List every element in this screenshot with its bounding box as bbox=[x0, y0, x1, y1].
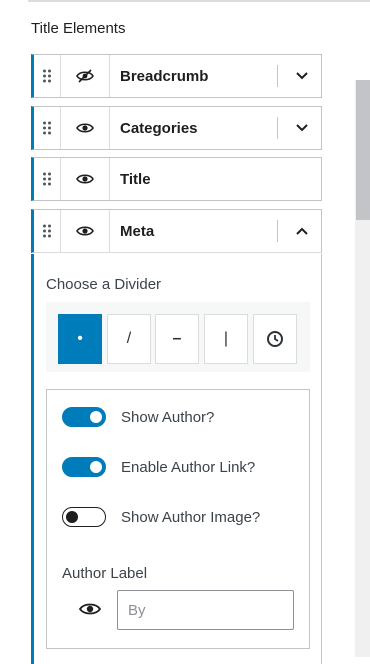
author-label-input[interactable] bbox=[117, 590, 294, 630]
enable-author-link-toggle[interactable] bbox=[62, 457, 106, 477]
chevron-down-icon[interactable] bbox=[282, 107, 322, 149]
author-label-heading: Author Label bbox=[62, 565, 148, 582]
element-label: Meta bbox=[120, 222, 155, 240]
dot-icon: • bbox=[77, 330, 83, 347]
eye-icon[interactable] bbox=[76, 598, 104, 620]
eye-icon[interactable] bbox=[60, 158, 110, 200]
element-row-breadcrumb[interactable]: Breadcrumb bbox=[31, 54, 322, 98]
show-author-toggle[interactable] bbox=[62, 407, 106, 427]
slash-icon: / bbox=[126, 330, 132, 347]
vline-icon: | bbox=[223, 330, 229, 347]
show-author-image-toggle[interactable] bbox=[62, 507, 106, 527]
element-row-title[interactable]: Title bbox=[31, 157, 322, 201]
chevron-down-icon[interactable] bbox=[282, 55, 322, 97]
eye-icon[interactable] bbox=[60, 210, 110, 252]
chevron-up-icon[interactable] bbox=[282, 210, 322, 252]
element-label: Breadcrumb bbox=[120, 67, 209, 85]
divider-slash-button[interactable]: / bbox=[107, 314, 151, 364]
eye-hidden-icon[interactable] bbox=[60, 55, 110, 97]
row-separator bbox=[277, 65, 278, 87]
divider-clock-button[interactable] bbox=[253, 314, 297, 364]
divider-vline-button[interactable]: | bbox=[204, 314, 248, 364]
toggle-enable-author-link[interactable]: Enable Author Link? bbox=[62, 455, 255, 479]
toggle-knob bbox=[66, 511, 78, 523]
drag-handle-icon[interactable] bbox=[34, 210, 61, 252]
toggle-label: Show Author Image? bbox=[121, 509, 261, 526]
toggle-label: Enable Author Link? bbox=[121, 459, 256, 476]
divider-label: Choose a Divider bbox=[46, 276, 162, 293]
element-label: Title bbox=[120, 170, 151, 188]
element-label: Categories bbox=[120, 119, 198, 137]
row-separator bbox=[277, 220, 278, 242]
element-row-meta[interactable]: Meta bbox=[31, 209, 322, 253]
toggle-show-author[interactable]: Show Author? bbox=[62, 405, 214, 429]
eye-icon[interactable] bbox=[60, 107, 110, 149]
toggle-label: Show Author? bbox=[121, 409, 215, 426]
drag-handle-icon[interactable] bbox=[34, 107, 61, 149]
scrollbar-thumb[interactable] bbox=[356, 80, 370, 220]
dash-icon: – bbox=[172, 330, 182, 347]
divider-dash-button[interactable]: – bbox=[155, 314, 199, 364]
section-title: Title Elements bbox=[31, 20, 126, 37]
clock-icon bbox=[267, 331, 283, 347]
top-divider bbox=[28, 0, 370, 2]
element-row-categories[interactable]: Categories bbox=[31, 106, 322, 150]
toggle-knob bbox=[90, 461, 102, 473]
drag-handle-icon[interactable] bbox=[34, 55, 61, 97]
toggle-show-author-image[interactable]: Show Author Image? bbox=[62, 505, 260, 529]
drag-handle-icon[interactable] bbox=[34, 158, 61, 200]
divider-dot-button[interactable]: • bbox=[58, 314, 102, 364]
toggle-knob bbox=[90, 411, 102, 423]
row-separator bbox=[277, 117, 278, 139]
